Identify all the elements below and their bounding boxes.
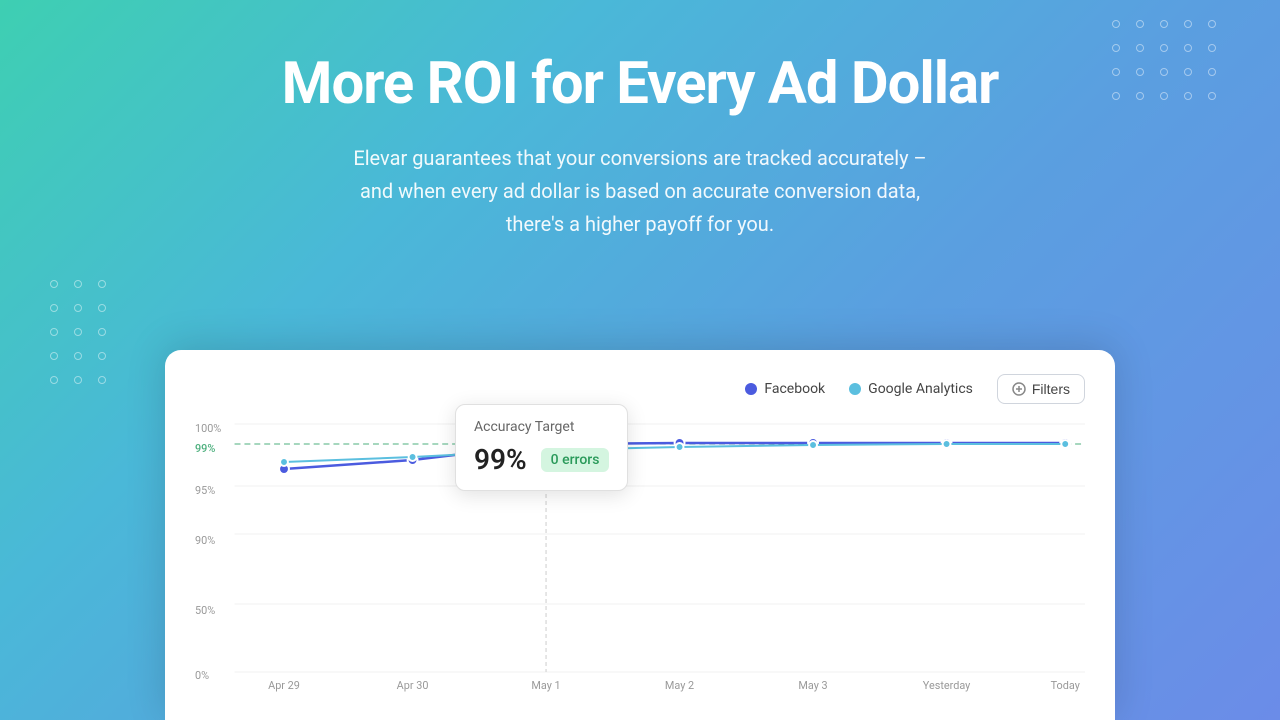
dot: [74, 376, 82, 384]
ga-legend-label: Google Analytics: [868, 381, 973, 397]
svg-text:May 3: May 3: [798, 679, 827, 692]
chart-svg: 100% 99% 95% 90% 50% 0% Apr 29 Apr 30 Ma…: [195, 414, 1085, 694]
dot: [50, 304, 58, 312]
svg-text:0%: 0%: [195, 669, 209, 682]
legend-facebook: Facebook: [745, 381, 825, 397]
hero-subtitle: Elevar guarantees that your conversions …: [210, 142, 1070, 241]
facebook-legend-dot: [745, 383, 757, 395]
svg-text:Today: Today: [1051, 679, 1081, 692]
ga-legend-dot: [849, 383, 861, 395]
dot: [98, 280, 106, 288]
svg-text:100%: 100%: [195, 422, 221, 435]
hero-title: More ROI for Every Ad Dollar: [20, 50, 1260, 118]
svg-text:May 1: May 1: [531, 679, 560, 692]
dot: [98, 352, 106, 360]
chart-container: Facebook Google Analytics Filters Accura…: [165, 350, 1115, 720]
dot: [98, 376, 106, 384]
filters-label: Filters: [1032, 381, 1070, 397]
svg-text:99%: 99%: [195, 442, 215, 455]
dot: [74, 328, 82, 336]
legend-google-analytics: Google Analytics: [849, 381, 973, 397]
svg-text:90%: 90%: [195, 534, 215, 547]
dot: [50, 328, 58, 336]
dot: [50, 352, 58, 360]
svg-text:50%: 50%: [195, 604, 215, 617]
svg-text:Yesterday: Yesterday: [923, 679, 971, 692]
svg-text:May 2: May 2: [665, 679, 694, 692]
chart-tooltip: Accuracy Target 99% 0 errors: [455, 404, 628, 491]
svg-text:95%: 95%: [195, 484, 215, 497]
dot: [50, 280, 58, 288]
dot: [98, 304, 106, 312]
tooltip-badge: 0 errors: [541, 448, 610, 472]
dot-grid-left: [50, 280, 110, 388]
chart-legend: Facebook Google Analytics: [745, 381, 973, 397]
chart-header: Facebook Google Analytics Filters: [195, 374, 1085, 404]
dot: [50, 376, 58, 384]
dot: [74, 304, 82, 312]
facebook-legend-label: Facebook: [764, 381, 825, 397]
filters-button[interactable]: Filters: [997, 374, 1085, 404]
chart-area: Accuracy Target 99% 0 errors 100% 99% 95…: [195, 414, 1085, 694]
tooltip-content: 99% 0 errors: [474, 443, 609, 476]
svg-text:Apr 29: Apr 29: [268, 679, 300, 692]
hero-section: More ROI for Every Ad Dollar Elevar guar…: [0, 0, 1280, 271]
dot: [74, 280, 82, 288]
filters-icon: [1012, 382, 1026, 396]
dot: [74, 352, 82, 360]
tooltip-title: Accuracy Target: [474, 419, 609, 435]
dot: [98, 328, 106, 336]
tooltip-value: 99%: [474, 443, 527, 476]
svg-text:Apr 30: Apr 30: [397, 679, 429, 692]
